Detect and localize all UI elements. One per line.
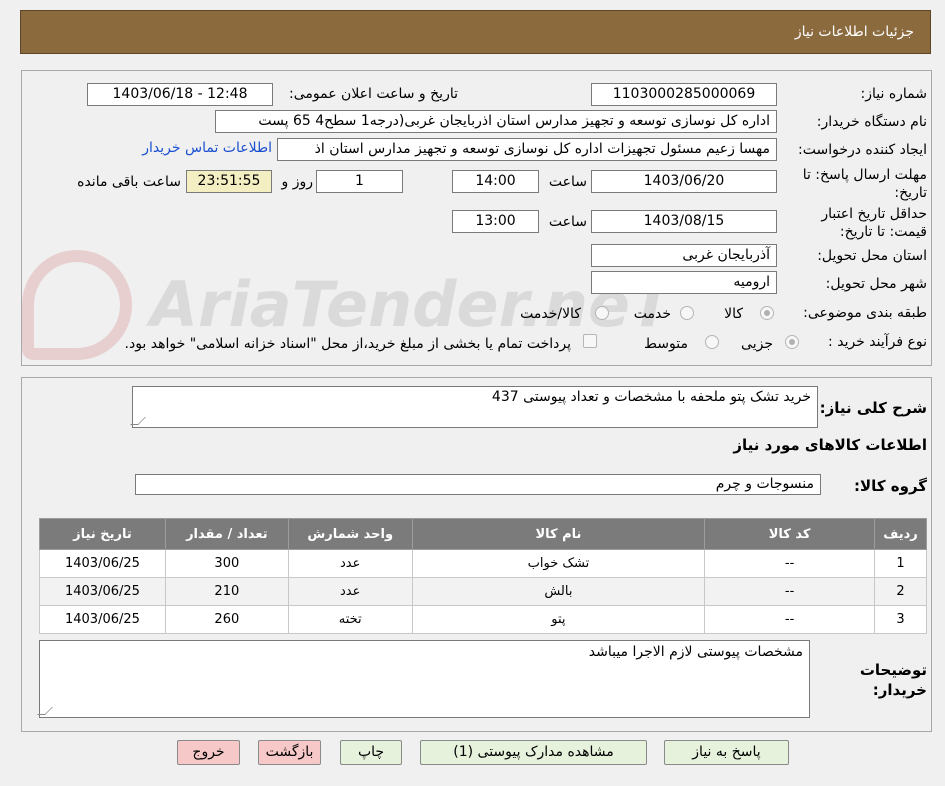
process-partial-label: جزیی <box>741 336 773 352</box>
cell-quantity: 260 <box>164 605 289 634</box>
notes-label: توضیحات خریدار: <box>859 661 927 699</box>
col-need-date: تاریخ نیاز <box>39 518 166 550</box>
goods-info-title: اطلاعات کالاهای مورد نیاز <box>733 436 927 454</box>
announce-field: 1403/06/18 - 12:48 <box>87 83 273 106</box>
process-medium-label: متوسط <box>644 336 688 352</box>
contact-info-link[interactable]: اطلاعات تماس خریدار <box>142 140 272 156</box>
table-row: 1403/06/25 300 عدد تشک خواب -- 1 <box>39 549 928 578</box>
category-goods-radio[interactable] <box>760 306 774 320</box>
page-title: جزئیات اطلاعات نیاز <box>794 24 914 40</box>
goods-group-field: منسوجات و چرم <box>135 474 821 495</box>
watermark-logo-icon <box>22 250 132 360</box>
category-service-label: خدمت <box>633 306 671 322</box>
cell-row: 3 <box>873 605 928 634</box>
category-both-radio[interactable] <box>595 306 609 320</box>
requester-field: مهسا زعیم مسئول تجهیزات اداره کل نوسازی … <box>277 138 777 161</box>
requester-label: ایجاد کننده درخواست: <box>798 142 927 158</box>
process-label: نوع فرآیند خرید : <box>828 334 927 350</box>
view-attachments-button[interactable]: مشاهده مدارک پیوستی (1) <box>420 740 647 765</box>
exit-button[interactable]: خروج <box>177 740 240 765</box>
announce-label: تاریخ و ساعت اعلان عمومی: <box>289 86 458 102</box>
cell-quantity: 210 <box>164 577 289 606</box>
process-medium-radio[interactable] <box>705 335 719 349</box>
deadline-date-field: 1403/06/20 <box>591 170 777 193</box>
goods-group-label: گروه کالا: <box>854 477 927 495</box>
validity-date-field: 1403/08/15 <box>591 210 777 233</box>
cell-goods-name: بالش <box>411 577 706 606</box>
cell-goods-code: -- <box>704 577 875 606</box>
deadline-time-label: ساعت <box>548 174 587 190</box>
city-field: ارومیه <box>591 271 777 294</box>
payment-note: پرداخت تمام یا بخشی از مبلغ خرید،از محل … <box>124 336 571 352</box>
buyer-org-field: اداره کل نوسازی توسعه و تجهیز مدارس استا… <box>215 110 777 133</box>
days-label: روز و <box>281 174 314 190</box>
category-service-radio[interactable] <box>680 306 694 320</box>
cell-row: 2 <box>873 577 928 606</box>
city-label: شهر محل تحویل: <box>825 276 927 292</box>
summary-textarea[interactable]: خرید تشک پتو ملحفه با مشخصات و تعداد پیو… <box>132 386 818 428</box>
category-goods-label: کالا <box>724 306 743 322</box>
buyer-org-label: نام دستگاه خریدار: <box>816 114 927 130</box>
cell-need-date: 1403/06/25 <box>39 605 166 634</box>
need-number-field: 1103000285000069 <box>591 83 777 106</box>
days-field: 1 <box>316 170 403 193</box>
col-row: ردیف <box>873 518 928 550</box>
cell-quantity: 300 <box>164 549 289 578</box>
province-field: آذربایجان غربی <box>591 244 777 267</box>
cell-need-date: 1403/06/25 <box>39 577 166 606</box>
cell-unit: عدد <box>287 549 413 578</box>
table-row: 1403/06/25 210 عدد بالش -- 2 <box>39 577 928 606</box>
cell-goods-code: -- <box>704 605 875 634</box>
cell-goods-code: -- <box>704 549 875 578</box>
cell-goods-name: تشک خواب <box>411 549 706 578</box>
back-button[interactable]: بازگشت <box>258 740 321 765</box>
validity-time-field: 13:00 <box>452 210 539 233</box>
summary-label: شرح کلی نیاز: <box>819 399 927 417</box>
deadline-time-field: 14:00 <box>452 170 539 193</box>
need-number-label: شماره نیاز: <box>860 86 928 102</box>
reply-button[interactable]: پاسخ به نیاز <box>664 740 789 765</box>
cell-need-date: 1403/06/25 <box>39 549 166 578</box>
cell-unit: تخته <box>287 605 413 634</box>
remaining-time-field: 23:51:55 <box>186 170 272 193</box>
remaining-label: ساعت باقی مانده <box>77 174 181 190</box>
category-label: طبقه بندی موضوعی: <box>803 305 927 321</box>
notes-textarea[interactable]: مشخصات پیوستی لازم الاجرا میباشد <box>39 640 810 718</box>
goods-table: تاریخ نیاز تعداد / مقدار واحد شمارش نام … <box>39 518 928 634</box>
deadline-label: مهلت ارسال پاسخ: تا تاریخ: <box>802 167 927 201</box>
col-goods-code: کد کالا <box>704 518 875 550</box>
treasury-payment-checkbox[interactable] <box>583 334 597 348</box>
province-label: استان محل تحویل: <box>817 248 927 264</box>
col-goods-name: نام کالا <box>411 518 706 550</box>
notes-text: مشخصات پیوستی لازم الاجرا میباشد <box>588 644 803 660</box>
validity-label: حداقل تاریخ اعتبار قیمت: تا تاریخ: <box>821 206 927 240</box>
print-button[interactable]: چاپ <box>340 740 402 765</box>
table-header-row: تاریخ نیاز تعداد / مقدار واحد شمارش نام … <box>39 518 928 550</box>
process-partial-radio[interactable] <box>785 335 799 349</box>
cell-goods-name: پتو <box>411 605 706 634</box>
col-unit: واحد شمارش <box>287 518 413 550</box>
validity-time-label: ساعت <box>548 214 587 230</box>
cell-unit: عدد <box>287 577 413 606</box>
page-header: جزئیات اطلاعات نیاز <box>20 10 931 54</box>
summary-text: خرید تشک پتو ملحفه با مشخصات و تعداد پیو… <box>491 389 811 405</box>
category-both-label: کالا/خدمت <box>520 306 581 322</box>
col-quantity: تعداد / مقدار <box>164 518 289 550</box>
table-row: 1403/06/25 260 تخته پتو -- 3 <box>39 605 928 634</box>
cell-row: 1 <box>873 549 928 578</box>
